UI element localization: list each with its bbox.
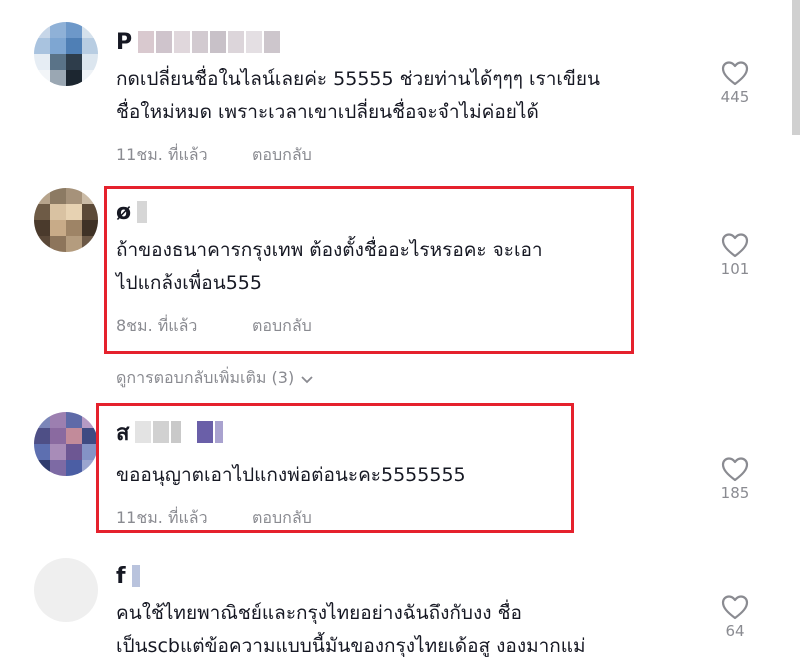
view-more-replies-label: ดูการตอบกลับเพิ่มเติม (3) [116,368,295,387]
author-name-initial: P [116,29,133,55]
like-button[interactable]: 64 [710,594,760,640]
avatar[interactable] [34,558,98,622]
comment-meta: 11ชม. ที่แล้ว ตอบกลับ [116,143,312,168]
like-button[interactable]: 445 [710,60,760,106]
avatar[interactable] [34,188,98,252]
heart-outline-icon [721,595,749,620]
like-button[interactable]: 101 [710,232,760,278]
comment-text: กดเปลี่ยนชื่อในไลน์เลยค่ะ 55555 ช่วยท่าน… [116,63,706,129]
highlight-box [104,186,634,354]
comment-author[interactable]: P [116,28,281,56]
comment-text-line: เป็นscbแต่ข้อความแบบนี้มันของกรุงไทยเด้อ… [116,635,586,657]
comment-author[interactable]: f [116,562,140,590]
heart-outline-icon [721,61,749,86]
like-count: 101 [720,260,750,278]
like-button[interactable]: 185 [710,456,760,502]
avatar[interactable] [34,22,98,86]
comment-text-line: กดเปลี่ยนชื่อในไลน์เลยค่ะ 55555 ช่วยท่าน… [116,68,601,90]
like-count: 445 [720,88,750,106]
comment-text: คนใช้ไทยพาณิชย์และกรุงไทยอย่างฉันถึงกับง… [116,597,706,663]
like-count: 185 [720,484,750,502]
heart-outline-icon [721,457,749,482]
comment-text-line: ชื่อใหม่หมด เพราะเวลาเขาเปลี่ยนชื่อจะจำไ… [116,101,539,123]
comment-text-line: คนใช้ไทยพาณิชย์และกรุงไทยอย่างฉันถึงกับง… [116,602,522,624]
view-more-replies-button[interactable]: ดูการตอบกลับเพิ่มเติม (3) [116,366,314,391]
highlight-box [96,403,574,533]
author-name-initial: f [116,563,126,589]
reply-button[interactable]: ตอบกลับ [252,143,312,168]
comment-timestamp: 11ชม. ที่แล้ว [116,145,208,164]
scrollbar[interactable] [792,0,800,135]
like-count: 64 [725,622,745,640]
chevron-down-icon [301,375,313,383]
heart-outline-icon [721,233,749,258]
avatar[interactable] [34,412,98,476]
